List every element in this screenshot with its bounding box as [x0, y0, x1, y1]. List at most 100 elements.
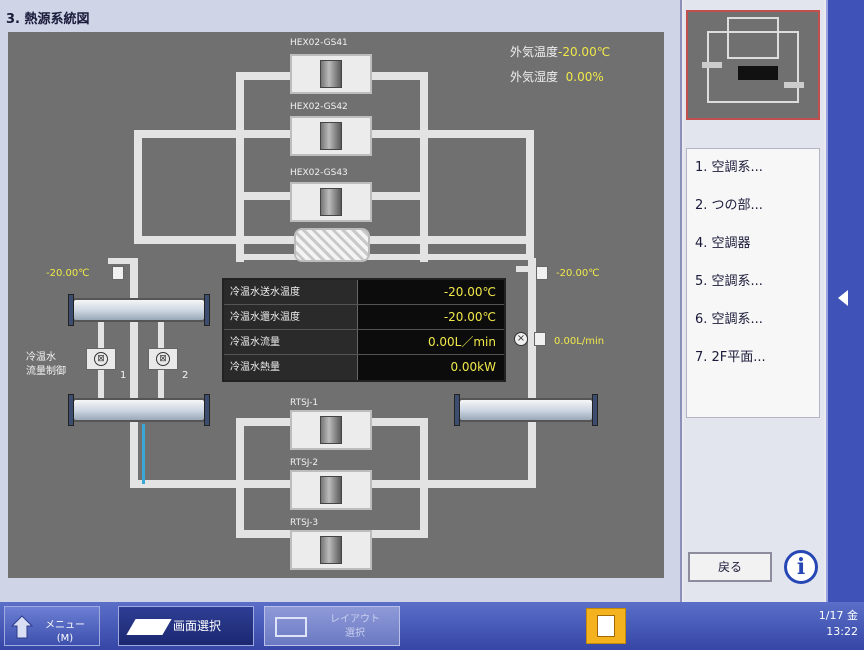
flow-value: 0.00L/min	[554, 336, 605, 347]
heat-exchanger-3[interactable]	[290, 182, 372, 222]
nav-item[interactable]: 4. 空調器	[687, 225, 819, 263]
side-panel-toggle[interactable]	[826, 0, 864, 602]
header-cap	[68, 394, 74, 426]
valve-label-1: 冷温水	[26, 352, 56, 363]
screen-select-label: 画面選択	[173, 619, 222, 633]
left-temp-sensor[interactable]	[112, 266, 124, 280]
chevron-left-icon	[838, 290, 848, 306]
valve-2[interactable]: ⊠	[148, 348, 178, 370]
table-value: -20.00℃	[358, 305, 504, 329]
screen-select-button[interactable]: 画面選択	[118, 606, 254, 646]
pump-3[interactable]	[290, 530, 372, 570]
menu-button[interactable]: メニュー (M)	[4, 606, 100, 646]
clock-date: 1/17 金	[818, 609, 858, 622]
pipe	[108, 258, 138, 264]
nav-item[interactable]: 6. 空調系...	[687, 301, 819, 339]
hex-tag-2: HEX02-GS42	[290, 102, 348, 112]
page-title: 3. 熱源系統図	[6, 12, 90, 27]
nav-item[interactable]: 5. 空調系...	[687, 263, 819, 301]
table-label: 冷温水還水温度	[224, 305, 358, 329]
outdoor-humidity-value: 0.00%	[565, 70, 604, 84]
home-icon	[11, 615, 33, 639]
header-cap	[204, 394, 210, 426]
header-cap	[204, 294, 210, 326]
pipe	[134, 130, 142, 240]
screen-nav-list: 1. 空調系... 2. つの部... 4. 空調器 5. 空調系... 6. …	[686, 148, 820, 418]
flow-meter-icon[interactable]: ×	[514, 332, 528, 346]
supply-header	[68, 294, 210, 326]
outdoor-temp-label: 外気温度	[510, 45, 559, 59]
back-button[interactable]: 戻る	[688, 552, 772, 582]
valve-icon: ⊠	[156, 352, 170, 366]
layout-select-button[interactable]: レイアウト 選択	[264, 606, 400, 646]
nav-item[interactable]: 1. 空調系...	[687, 149, 819, 187]
table-label: 冷温水流量	[224, 330, 358, 354]
minimap-thumbnail[interactable]	[686, 10, 820, 120]
pipe	[236, 254, 528, 260]
heat-exchanger-icon	[320, 188, 342, 216]
nav-item[interactable]: 7. 2F平面...	[687, 339, 819, 377]
right-header	[454, 394, 598, 426]
right-temp-sensor[interactable]	[536, 266, 548, 280]
clock-time: 13:22	[826, 625, 858, 638]
pump-2[interactable]	[290, 470, 372, 510]
header-cap	[68, 294, 74, 326]
right-column: 1. 空調系... 2. つの部... 4. 空調器 5. 空調系... 6. …	[684, 0, 824, 602]
heat-exchanger-1[interactable]	[290, 54, 372, 94]
data-table: 冷温水送水温度 -20.00℃ 冷温水還水温度 -20.00℃ 冷温水流量 0.00L…	[222, 278, 506, 382]
hex-tag-3: HEX02-GS43	[290, 168, 348, 178]
return-header	[68, 394, 210, 426]
table-value: 0.00L／min	[358, 330, 504, 354]
table-row: 冷温水熱量 0.00kW	[224, 355, 504, 380]
pipe	[528, 258, 536, 488]
valve-1[interactable]: ⊠	[86, 348, 116, 370]
pipe	[236, 418, 244, 538]
pipe	[420, 418, 428, 538]
pump-icon	[320, 476, 342, 504]
return-flow-line	[142, 424, 145, 484]
table-row: 冷温水流量 0.00L／min	[224, 330, 504, 355]
pump-tag-2: RTSJ-2	[290, 458, 319, 468]
alarm-icon	[597, 615, 615, 637]
flow-sensor[interactable]	[534, 332, 546, 346]
pipe	[236, 72, 244, 262]
outdoor-temp-value: -20.00℃	[558, 45, 611, 59]
table-label: 冷温水熱量	[224, 355, 358, 380]
alarm-button[interactable]	[586, 608, 626, 644]
pump-tag-3: RTSJ-3	[290, 518, 319, 528]
layout-label-line: レイアウト	[330, 614, 380, 625]
screen-select-icon	[126, 619, 172, 635]
table-value: 0.00kW	[358, 355, 504, 380]
pump-icon	[320, 536, 342, 564]
header-cap	[592, 394, 598, 426]
header-cap	[454, 394, 460, 426]
minimap-icon	[702, 17, 804, 103]
valve-1-number: 1	[120, 370, 127, 381]
heat-source-diagram: HEX02-GS41 HEX02-GS42 HEX02-GS43 外気温度-20…	[8, 32, 664, 578]
heat-exchanger-icon	[320, 122, 342, 150]
menu-label: メニュー (M)	[45, 619, 85, 645]
heat-exchanger-2[interactable]	[290, 116, 372, 156]
layout-icon	[275, 617, 307, 637]
pipe	[420, 72, 428, 262]
layout-label-line: 選択	[345, 628, 365, 639]
pump-icon	[320, 416, 342, 444]
valve-label-2: 流量制御	[26, 366, 66, 377]
nav-item[interactable]: 2. つの部...	[687, 187, 819, 225]
filter-unit[interactable]	[294, 228, 370, 262]
menu-label-line: メニュー	[45, 620, 85, 631]
info-icon[interactable]: i	[784, 550, 818, 584]
right-temp-value: -20.00℃	[556, 268, 600, 279]
outdoor-humidity-label: 外気湿度	[510, 70, 559, 84]
main-panel: 3. 熱源系統図 HEX02-GS41 HEX02-GS42 HEX02-GS4…	[0, 0, 682, 602]
table-row: 冷温水送水温度 -20.00℃	[224, 280, 504, 305]
pump-1[interactable]	[290, 410, 372, 450]
hex-tag-1: HEX02-GS41	[290, 38, 348, 48]
taskbar: メニュー (M) 画面選択 レイアウト 選択 1/17 金 13:22	[0, 602, 864, 650]
heat-exchanger-icon	[320, 60, 342, 88]
valve-2-number: 2	[182, 370, 189, 381]
clock: 1/17 金 13:22	[776, 608, 858, 640]
table-label: 冷温水送水温度	[224, 280, 358, 304]
pump-tag-1: RTSJ-1	[290, 398, 319, 408]
valve-icon: ⊠	[94, 352, 108, 366]
